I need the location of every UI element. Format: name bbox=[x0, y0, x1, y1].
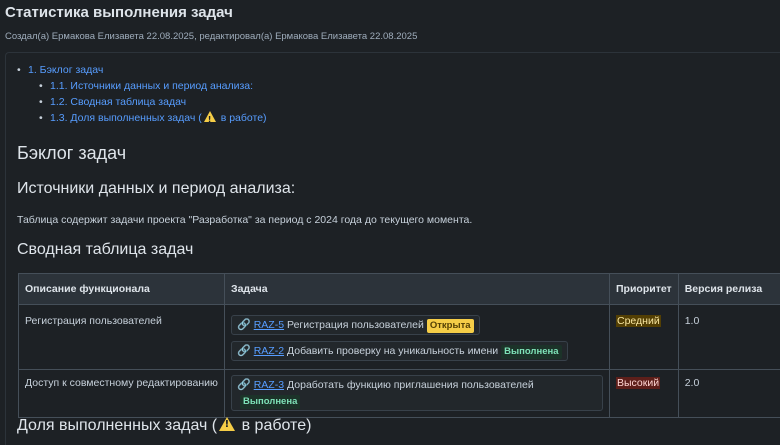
task-key-link[interactable]: RAZ-5 bbox=[254, 319, 284, 331]
task-card[interactable]: 🔗 RAZ-3 Доработать функцию приглашения пол… bbox=[231, 375, 603, 411]
task-key-link[interactable]: RAZ-2 bbox=[254, 345, 284, 357]
toc-bullet: • bbox=[39, 96, 43, 108]
cell-version: 1.0 bbox=[677, 304, 780, 370]
status-badge: Выполнена bbox=[501, 345, 562, 359]
header-description: Описание функционала bbox=[18, 273, 225, 305]
toc-item-sources: • 1.1. Источники данных и период анализа: bbox=[17, 78, 267, 94]
cell-tasks: 🔗 RAZ-5 Регистрация пользователей Открыта 🔗… bbox=[224, 304, 610, 370]
link-icon: 🔗 bbox=[237, 379, 251, 391]
cell-description: Регистрация пользователей bbox=[18, 304, 225, 370]
status-badge: Выполнена bbox=[240, 395, 301, 409]
table-header-row: Описание функционала Задача Приоритет Ве… bbox=[18, 273, 780, 305]
page-content: • 1. Бэклог задач • 1.1. Источники данных … bbox=[5, 52, 780, 445]
heading-share-suffix: в работе) bbox=[241, 417, 312, 434]
cell-priority: Средний bbox=[609, 304, 679, 370]
heading-share-prefix: Доля выполненных задач ( bbox=[17, 417, 218, 434]
toc-link-summary[interactable]: 1.2. Сводная таблица задач bbox=[50, 96, 186, 108]
task-card[interactable]: 🔗 RAZ-5 Регистрация пользователей Открыта bbox=[231, 315, 480, 335]
header-version: Версия релиза bbox=[677, 273, 780, 305]
cell-description: Доступ к совместному редактированию bbox=[18, 369, 225, 418]
toc-link-share[interactable]: 1.3. Доля выполненных задач ( в работе) bbox=[50, 111, 267, 128]
task-title: Добавить проверку на уникальность имени bbox=[287, 345, 499, 357]
paragraph-description: Таблица содержит задачи проекта "Разрабо… bbox=[17, 214, 473, 226]
table-row: Доступ к совместному редактированию 🔗 RAZ… bbox=[18, 369, 780, 418]
table-of-contents: • 1. Бэклог задач • 1.1. Источники данных … bbox=[17, 62, 267, 128]
task-title: Доработать функцию приглашения пользоват… bbox=[287, 379, 534, 391]
header-task: Задача bbox=[224, 273, 610, 305]
tasks-table: Описание функционала Задача Приоритет Ве… bbox=[18, 273, 780, 418]
warning-icon bbox=[219, 417, 236, 431]
header-priority: Приоритет bbox=[609, 273, 679, 305]
status-badge: Открыта bbox=[426, 319, 474, 333]
toc-bullet: • bbox=[39, 112, 43, 124]
page: Статистика выполнения задач Создал(а) Ер… bbox=[0, 0, 780, 445]
task-title: Регистрация пользователей bbox=[287, 319, 424, 331]
toc-link-sources[interactable]: 1.1. Источники данных и период анализа: bbox=[50, 80, 253, 92]
page-title: Статистика выполнения задач bbox=[5, 4, 233, 21]
table-row: Регистрация пользователей 🔗 RAZ-5 Регистра… bbox=[18, 304, 780, 370]
link-icon: 🔗 bbox=[237, 345, 251, 357]
toc-bullet: • bbox=[17, 64, 21, 76]
heading-sources: Источники данных и период анализа: bbox=[17, 180, 296, 197]
heading-summary: Сводная таблица задач bbox=[17, 241, 194, 258]
link-icon: 🔗 bbox=[237, 319, 251, 331]
task-key-link[interactable]: RAZ-3 bbox=[254, 379, 284, 391]
heading-backlog: Бэклог задач bbox=[17, 143, 127, 163]
task-card[interactable]: 🔗 RAZ-2 Добавить проверку на уникальность … bbox=[231, 341, 568, 361]
cell-tasks: 🔗 RAZ-3 Доработать функцию приглашения пол… bbox=[224, 369, 610, 418]
toc-bullet: • bbox=[39, 80, 43, 92]
toc-link-backlog[interactable]: 1. Бэклог задач bbox=[28, 64, 103, 76]
toc-link-share-suffix: в работе) bbox=[220, 112, 267, 124]
toc-link-share-prefix: 1.3. Доля выполненных задач ( bbox=[50, 112, 202, 124]
warning-icon bbox=[203, 111, 216, 128]
heading-share: Доля выполненных задач ( в работе) bbox=[17, 417, 311, 435]
toc-item-share: • 1.3. Доля выполненных задач ( в работе) bbox=[17, 110, 267, 128]
cell-version: 2.0 bbox=[677, 369, 780, 418]
page-meta: Создал(а) Ермакова Елизавета 22.08.2025,… bbox=[5, 31, 418, 42]
toc-item-backlog: • 1. Бэклог задач bbox=[17, 62, 267, 78]
priority-badge: Высокий bbox=[616, 377, 661, 389]
priority-badge: Средний bbox=[616, 315, 661, 327]
cell-priority: Высокий bbox=[609, 369, 679, 418]
toc-item-summary: • 1.2. Сводная таблица задач bbox=[17, 94, 267, 110]
